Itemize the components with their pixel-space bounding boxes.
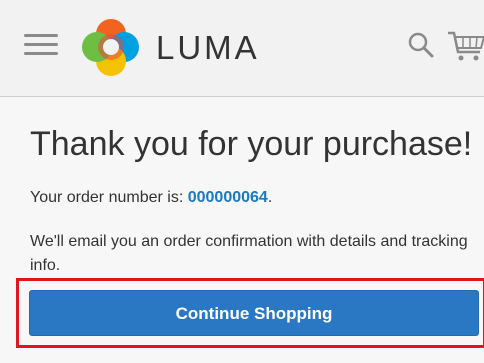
checkout-success: Thank you for your purchase! Your order … [0, 97, 484, 363]
luma-logo[interactable]: LUMA [78, 16, 338, 80]
page-title: Thank you for your purchase! [30, 125, 473, 163]
email-confirmation-note: We'll email you an order confirmation wi… [30, 233, 468, 274]
order-number-label: Your order number is: [30, 189, 188, 206]
page-header: LUMA [0, 0, 484, 97]
brand-name: LUMA [156, 29, 260, 66]
order-number-line: Your order number is: 000000064. [30, 187, 272, 209]
continue-shopping-button[interactable]: Continue Shopping [29, 290, 479, 336]
hamburger-menu-icon[interactable] [24, 30, 58, 60]
search-icon[interactable] [406, 30, 436, 60]
luma-logo-icon [82, 19, 139, 76]
order-number-link[interactable]: 000000064 [188, 189, 268, 206]
shopping-cart-icon[interactable] [446, 28, 484, 64]
order-number-suffix: . [267, 189, 273, 206]
